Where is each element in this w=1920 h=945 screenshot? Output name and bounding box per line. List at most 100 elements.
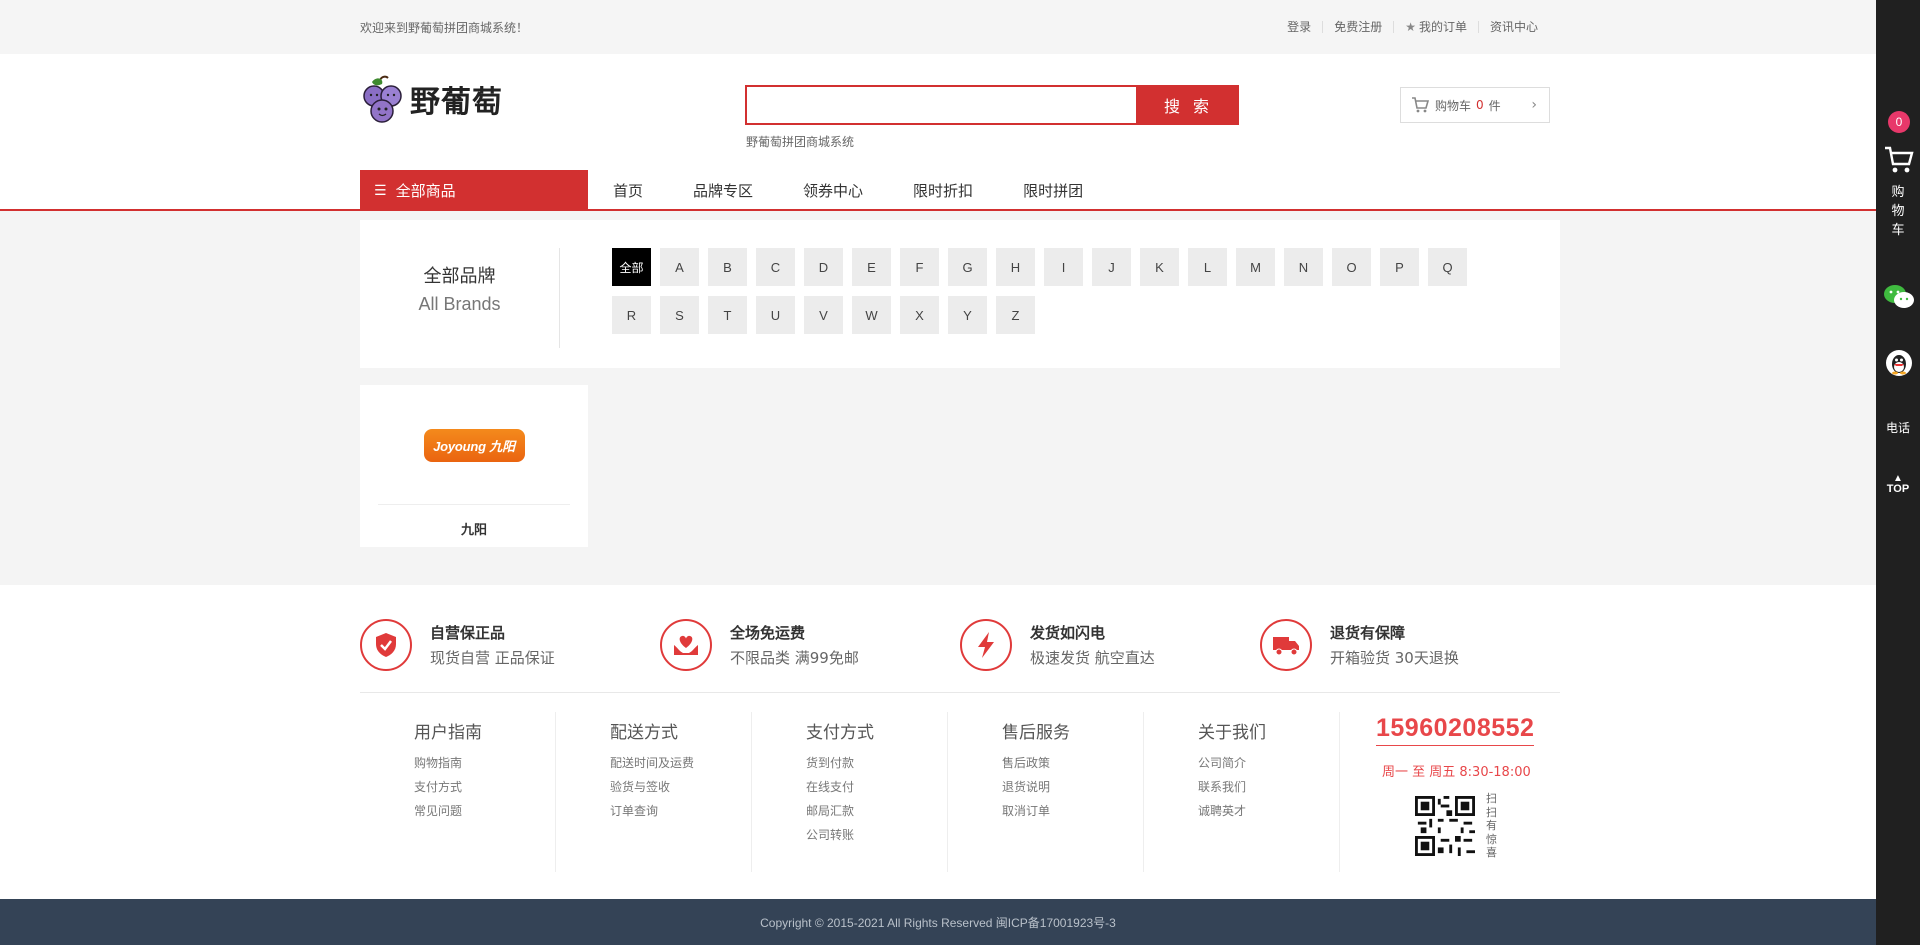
letter-filter-item[interactable]: L [1188,248,1227,286]
footer-link[interactable]: 支付方式 [414,775,555,799]
letter-filter-item[interactable]: A [660,248,699,286]
login-link[interactable]: 登录 [1276,21,1322,33]
all-categories-button[interactable]: ☰ 全部商品 [360,170,588,211]
feature-free-shipping: 全场免运费不限品类 满99免邮 [660,613,960,677]
letter-filter-item[interactable]: K [1140,248,1179,286]
nav-brands[interactable]: 品牌专区 [693,180,753,201]
letter-filter-item[interactable]: F [900,248,939,286]
letter-filter-item[interactable]: X [900,296,939,334]
letter-filter-item[interactable]: V [804,296,843,334]
footer-col-about: 关于我们 公司简介 联系我们 诚聘英才 [1144,712,1340,872]
letter-filter-item[interactable]: C [756,248,795,286]
sidebar-tel-button[interactable]: 电话 [1876,419,1920,436]
search-bar: 搜 索 [745,85,1239,125]
footer-col-payment: 支付方式 货到付款 在线支付 邮局汇款 公司转账 [752,712,948,872]
letter-filter-item[interactable]: Q [1428,248,1467,286]
footer-col-title: 用户指南 [414,723,482,743]
footer-link[interactable]: 邮局汇款 [806,799,947,823]
sidebar-cart-button[interactable] [1884,146,1914,178]
header-cart-button[interactable]: 购物车 0 件 › [1400,87,1550,123]
letter-filter-item[interactable]: W [852,296,891,334]
search-input[interactable] [745,85,1138,125]
footer-link[interactable]: 诚聘英才 [1198,799,1339,823]
nav-home[interactable]: 首页 [613,180,643,201]
register-link[interactable]: 免费注册 [1322,21,1393,33]
footer-link[interactable]: 订单查询 [610,799,751,823]
footer-link[interactable]: 在线支付 [806,775,947,799]
footer-link[interactable]: 退货说明 [1002,775,1143,799]
letter-filter-item[interactable]: D [804,248,843,286]
nav-coupons[interactable]: 领券中心 [803,180,863,201]
cart-icon [1412,97,1429,113]
footer-link[interactable]: 联系我们 [1198,775,1339,799]
grape-logo-icon [363,75,402,123]
brand-logo: Joyoung 九阳 [360,385,588,505]
letter-filter-item[interactable]: Y [948,296,987,334]
brand-card[interactable]: Joyoung 九阳 九阳 [360,385,588,547]
my-orders-link[interactable]: ★ 我的订单 [1393,21,1478,33]
cart-count: 0 [1476,98,1484,112]
hot-keyword[interactable]: 野葡萄拼团商城系统 [746,133,854,150]
contact-info: 15960208552 周一 至 周五 8:30-18:00 扫扫有惊喜 [1340,712,1560,872]
brand-filter: 全部品牌 All Brands 全部 A B C D E F G H I J K L M N O P Q R S T U V… [360,220,1560,368]
letter-filter-item[interactable]: R [612,296,651,334]
footer-col-title: 配送方式 [610,723,678,743]
letter-filter-item[interactable]: H [996,248,1035,286]
search-button[interactable]: 搜 索 [1138,85,1239,125]
feature-returns: 退货有保障 开箱验货 30天退换 [1260,613,1560,677]
qr-code-icon [1415,796,1475,856]
footer-link[interactable]: 货到付款 [806,751,947,775]
footer-link[interactable]: 公司转账 [806,823,947,847]
top-label: TOP [1886,483,1910,495]
feature-title: 全场免运费 [730,624,806,642]
footer-col-title: 售后服务 [1002,723,1070,743]
letter-filter-item[interactable]: N [1284,248,1323,286]
wechat-icon[interactable] [1883,283,1915,315]
feature-desc: 现货自营 正品保证 [430,649,555,667]
letter-filter-item[interactable]: G [948,248,987,286]
letter-filter-item[interactable]: S [660,296,699,334]
divider [378,504,570,505]
all-categories-label: 全部商品 [395,182,456,200]
back-to-top-button[interactable]: ▲ TOP [1876,474,1920,496]
letter-filter-item[interactable]: E [852,248,891,286]
site-logo[interactable]: 野葡萄 [360,74,503,124]
footer-link[interactable]: 公司简介 [1198,751,1339,775]
cart-label: 购物车 [1435,98,1472,113]
footer-link[interactable]: 购物指南 [414,751,555,775]
letter-filter-item[interactable]: U [756,296,795,334]
news-center-link[interactable]: 资讯中心 [1477,21,1549,33]
footer-link[interactable]: 配送时间及运费 [610,751,751,775]
phone-number: 15960208552 [1376,714,1535,746]
footer-link[interactable]: 取消订单 [1002,799,1143,823]
scan-text: 扫扫有惊喜 [1486,792,1497,859]
letter-filter-item[interactable]: O [1332,248,1371,286]
letter-filter-item[interactable]: P [1380,248,1419,286]
letter-filter-item[interactable]: T [708,296,747,334]
footer-link[interactable]: 常见问题 [414,799,555,823]
footer-col-title: 支付方式 [806,723,874,743]
feature-title: 发货如闪电 [1030,624,1106,642]
header: 野葡萄 搜 索 野葡萄拼团商城系统 购物车 0 件 › ☰ 全部商品 首页 品牌… [0,54,1876,211]
letter-filter-item[interactable]: B [708,248,747,286]
feature-fast-delivery: 发货如闪电 极速发货 航空直达 [960,613,1260,677]
sidebar-cart-label[interactable]: 购物车 [1891,183,1905,240]
brand-title-cn: 全部品牌 [423,266,496,287]
letter-filter-all[interactable]: 全部 [612,248,651,286]
footer-link[interactable]: 售后政策 [1002,751,1143,775]
letter-filter-item[interactable]: J [1092,248,1131,286]
letter-filter-item[interactable]: Z [996,296,1035,334]
main-nav: ☰ 全部商品 首页 品牌专区 领券中心 限时折扣 限时拼团 [360,170,1108,211]
feature-genuine: 自营保正品 现货自营 正品保证 [360,613,660,677]
letter-filter-item[interactable]: M [1236,248,1275,286]
nav-discount[interactable]: 限时折扣 [913,180,973,201]
brand-name[interactable]: 九阳 [360,519,588,538]
qq-icon[interactable] [1885,349,1913,381]
footer: 自营保正品 现货自营 正品保证 全场免运费不限品类 满99免邮 发货如闪电 极速发货… [0,585,1876,899]
service-features: 自营保正品 现货自营 正品保证 全场免运费不限品类 满99免邮 发货如闪电 极速发货… [360,613,1560,677]
letter-filter-item[interactable]: I [1044,248,1083,286]
footer-link[interactable]: 验货与签收 [610,775,751,799]
feature-title: 退货有保障 [1330,624,1406,642]
feature-desc: 不限品类 满99免邮 [730,649,859,667]
nav-group-buy[interactable]: 限时拼团 [1023,180,1083,201]
